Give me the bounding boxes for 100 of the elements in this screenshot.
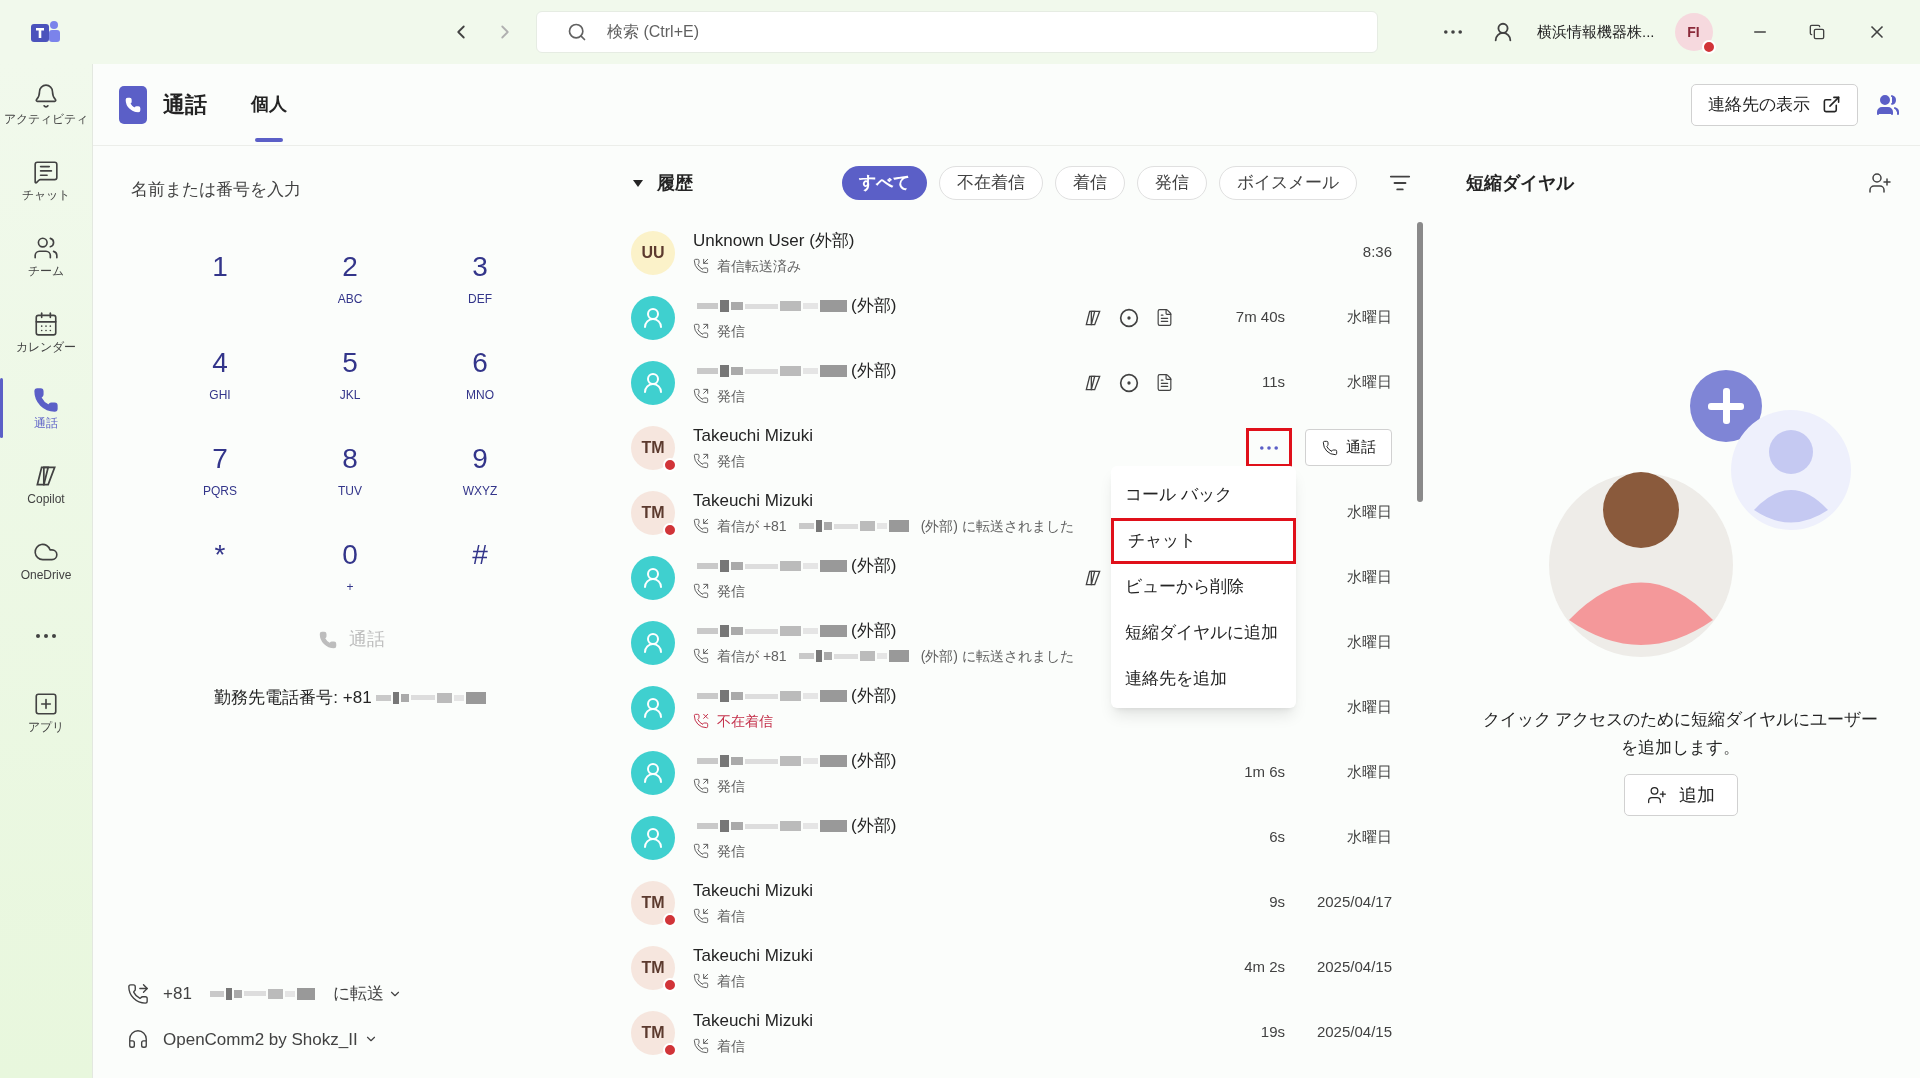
dial-key[interactable]: 0 +	[285, 536, 415, 610]
restore-icon[interactable]	[1808, 24, 1825, 40]
rail-item[interactable]: チーム	[0, 218, 92, 294]
call-date: 水曜日	[1346, 567, 1392, 588]
organization-name[interactable]: 横浜情報機器株...	[1537, 20, 1655, 44]
call-date: 水曜日	[1346, 502, 1392, 523]
call-status: 着信	[717, 1036, 745, 1056]
search-field[interactable]: 検索 (Ctrl+E)	[536, 11, 1378, 53]
dial-key[interactable]: 3 DEF	[415, 248, 545, 322]
dial-key[interactable]: 4 GHI	[155, 344, 285, 418]
menu-item[interactable]: チャット	[1111, 518, 1296, 564]
search-icon	[567, 22, 587, 42]
rail-item[interactable]: アクティビティ	[0, 66, 92, 142]
person-icon	[641, 825, 665, 850]
user-avatar[interactable]: FI	[1674, 13, 1713, 51]
rail-item[interactable]: 通話	[0, 370, 92, 446]
scrollbar-thumb[interactable]	[1417, 222, 1423, 502]
headset-icon	[127, 1028, 149, 1051]
forward-setting-link[interactable]: に転送	[332, 981, 402, 1007]
caller-name: (外部)	[851, 620, 897, 643]
dial-key[interactable]: 6 MNO	[415, 344, 545, 418]
search-input[interactable]: 検索 (Ctrl+E)	[607, 20, 1347, 44]
dial-key[interactable]: *	[155, 536, 285, 610]
caller-name: Takeuchi Mizuki	[693, 945, 813, 968]
avatar: TM	[631, 490, 675, 535]
people-icon[interactable]	[1876, 92, 1900, 117]
app-logo-icon	[31, 19, 61, 45]
forward-number: +81	[163, 983, 192, 1005]
call-status: (外部) に転送されました	[920, 516, 1074, 536]
person-icon	[641, 305, 665, 330]
call-date: 水曜日	[1346, 372, 1392, 393]
add-button[interactable]: 追加	[1623, 774, 1738, 816]
dial-key[interactable]: 9 WXYZ	[415, 440, 545, 514]
history-toggle[interactable]: 履歴	[633, 169, 693, 197]
call-status: 発信	[717, 386, 745, 406]
rail-item[interactable]: Copilot	[0, 446, 92, 522]
audio-device-selector[interactable]: OpenComm2 by Shokz_II	[163, 1026, 378, 1052]
caller-name: Takeuchi Mizuki	[693, 490, 813, 513]
filter-chip[interactable]: すべて	[842, 166, 927, 200]
filter-chip[interactable]: 発信	[1137, 166, 1207, 200]
menu-item[interactable]: ビューから削除	[1111, 564, 1296, 610]
page-title: 通話	[163, 91, 207, 119]
menu-item[interactable]: 短縮ダイヤルに追加	[1111, 610, 1296, 656]
call-date: 水曜日	[1346, 697, 1392, 718]
show-contacts-button[interactable]: 連絡先の表示	[1691, 83, 1858, 126]
call-duration: 7m 40s	[1234, 307, 1285, 328]
call-duration: 6s	[1268, 827, 1285, 848]
team-icon	[33, 235, 59, 261]
caller-name: (外部)	[851, 360, 897, 383]
dial-key[interactable]: #	[415, 536, 545, 610]
tab[interactable]: 個人	[249, 63, 289, 146]
work-phone-number: 勤務先電話番号: +81	[214, 687, 372, 709]
caller-name: Takeuchi Mizuki	[693, 425, 813, 448]
outgoing-call-icon	[693, 778, 709, 795]
call-duration: 4m 2s	[1243, 957, 1285, 978]
filter-chip[interactable]: ボイスメール	[1219, 166, 1357, 200]
call-date: 2025/04/15	[1315, 957, 1392, 978]
menu-item[interactable]: 連絡先を追加	[1111, 656, 1296, 702]
dial-key[interactable]: 1	[155, 248, 285, 322]
filter-chip[interactable]: 不在着信	[939, 166, 1043, 200]
dial-key[interactable]: 5 JKL	[285, 344, 415, 418]
dial-key[interactable]: 8 TUV	[285, 440, 415, 514]
person-icon[interactable]	[1492, 21, 1514, 43]
call-duration: 11s	[1260, 372, 1285, 393]
section-title: 短縮ダイヤル	[1466, 171, 1574, 195]
chat-icon	[33, 159, 59, 185]
call-duration: 19s	[1259, 1022, 1285, 1043]
call-status: 発信	[717, 321, 745, 341]
rail-item[interactable]: OneDrive	[0, 522, 92, 598]
call-status: 不在着信	[717, 711, 773, 731]
dial-key[interactable]: 2 ABC	[285, 248, 415, 322]
add-person-icon	[1646, 785, 1667, 805]
person-icon	[641, 760, 665, 785]
rail-item[interactable]: チャット	[0, 142, 92, 218]
rail-item[interactable]: カレンダー	[0, 294, 92, 370]
call-button[interactable]: 通話	[1305, 429, 1392, 466]
outgoing-call-icon	[693, 843, 709, 860]
call-status: (外部) に転送されました	[920, 646, 1074, 666]
more-icon	[1444, 30, 1462, 34]
number-input[interactable]: 名前または番号を入力	[131, 170, 571, 210]
more-icon	[1260, 445, 1278, 450]
call-status: 発信	[717, 581, 745, 601]
outgoing-call-icon	[693, 583, 709, 600]
missed-call-icon	[693, 713, 709, 730]
call-date: 水曜日	[1346, 827, 1392, 848]
filter-chip[interactable]: 着信	[1055, 166, 1125, 200]
caller-name: Takeuchi Mizuki	[693, 880, 813, 903]
call-status: 発信	[717, 841, 745, 861]
speed-dial-message: クイック アクセスのために短縮ダイヤルにユーザーを追加します。	[1481, 709, 1880, 759]
call-duration: 1m 6s	[1243, 762, 1285, 783]
call-status: 着信	[717, 971, 745, 991]
call-status: 着信	[717, 906, 745, 926]
add-person-icon[interactable]	[1868, 171, 1892, 195]
call-status: 着信が +81	[717, 516, 787, 536]
caret-icon	[633, 179, 643, 187]
caller-name: (外部)	[851, 555, 897, 578]
dial-key[interactable]: 7 PQRS	[155, 440, 285, 514]
calls-app-icon	[119, 85, 147, 124]
menu-item[interactable]: コール バック	[1111, 472, 1296, 518]
rail-item[interactable]: アプリ	[0, 674, 92, 750]
